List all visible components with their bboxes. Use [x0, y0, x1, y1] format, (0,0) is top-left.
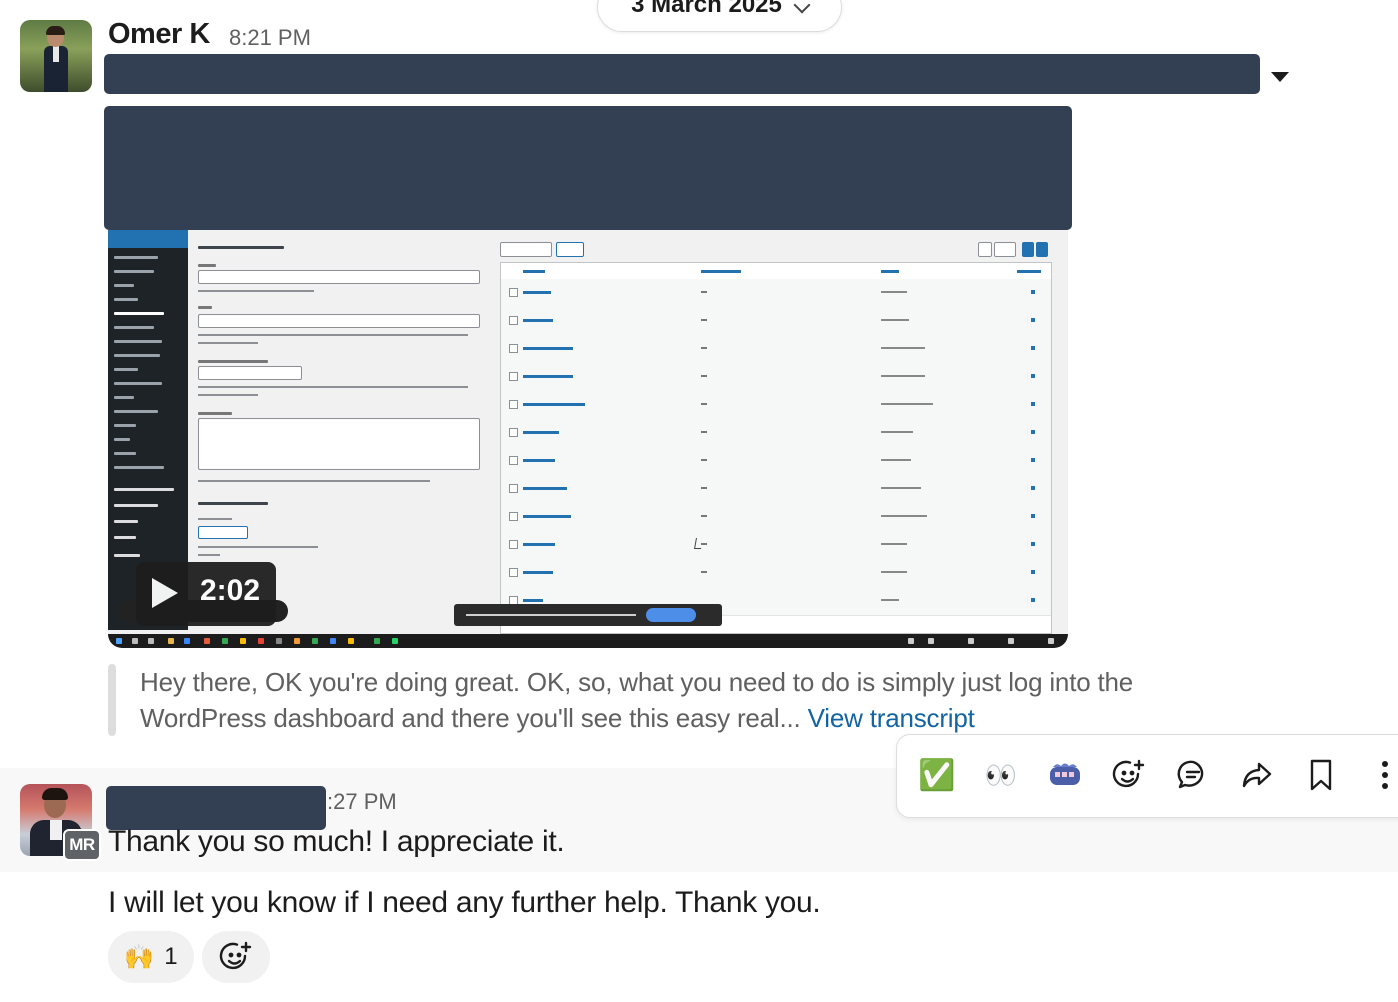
transcript-quote-bar	[108, 664, 116, 736]
reaction-count: 1	[164, 943, 178, 970]
redacted-text	[104, 54, 1260, 94]
bookmark-icon[interactable]	[1301, 755, 1341, 795]
collapse-caret-icon[interactable]	[1271, 72, 1289, 82]
add-reaction-button[interactable]	[202, 931, 270, 983]
avatar[interactable]	[20, 20, 92, 92]
redacted-video-title	[104, 106, 1072, 230]
chevron-down-icon	[793, 0, 811, 14]
message-text: Thank you so much! I appreciate it.	[108, 825, 565, 858]
reply-in-thread-icon[interactable]	[1173, 755, 1213, 795]
more-actions-icon[interactable]	[1365, 755, 1398, 795]
message-author[interactable]: Omer K	[108, 18, 210, 51]
redacted-author-name	[106, 786, 326, 830]
date-divider-button[interactable]: 3 March 2025	[597, 0, 842, 32]
recording-toolbar	[454, 604, 722, 626]
screenshot-table	[500, 262, 1052, 634]
add-reaction-icon	[219, 941, 252, 970]
eyes-emoji-icon[interactable]: 👀	[981, 755, 1021, 795]
play-button[interactable]: 2:02	[136, 562, 276, 626]
reaction-pill[interactable]: 🙌 1	[108, 931, 194, 983]
custom-emoji-icon[interactable]	[1045, 755, 1085, 795]
message-text: I will let you know if I need any furthe…	[108, 886, 821, 919]
message-timestamp[interactable]: 8:21 PM	[229, 25, 311, 51]
add-reaction-icon[interactable]	[1109, 755, 1149, 795]
video-preview[interactable]: 2:02	[108, 230, 1068, 648]
message-timestamp[interactable]: :27 PM	[327, 789, 397, 815]
message-actions-toolbar: ✅ 👀	[896, 734, 1398, 818]
date-label: 3 March 2025	[631, 0, 782, 18]
transcript-text: Hey there, OK you're doing great. OK, so…	[140, 667, 1134, 733]
screenshot-taskbar	[108, 634, 1068, 648]
play-icon	[152, 578, 178, 608]
video-transcript: Hey there, OK you're doing great. OK, so…	[140, 664, 1140, 736]
view-transcript-link[interactable]: View transcript	[808, 703, 975, 733]
check-mark-emoji-icon[interactable]: ✅	[917, 755, 957, 795]
user-badge: MR	[63, 829, 101, 861]
video-duration: 2:02	[200, 574, 261, 607]
forward-icon[interactable]	[1237, 755, 1277, 795]
raised-hands-emoji-icon: 🙌	[124, 943, 155, 971]
